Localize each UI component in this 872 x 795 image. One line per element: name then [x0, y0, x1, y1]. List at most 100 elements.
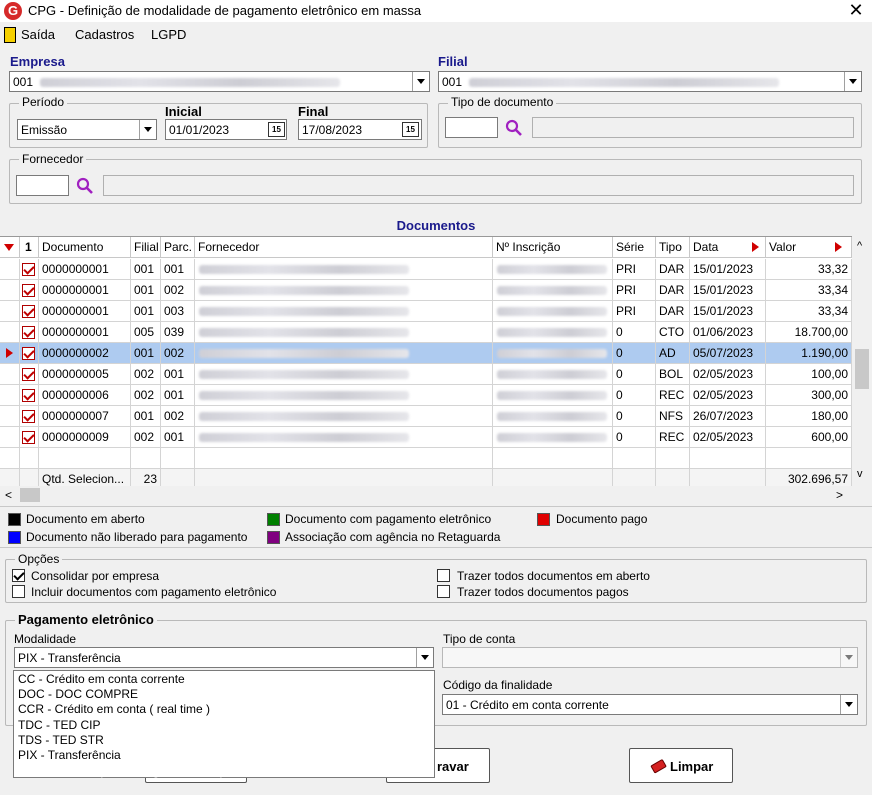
- col-inscricao[interactable]: Nº Inscrição: [493, 237, 613, 258]
- final-date-input[interactable]: 17/08/2023 15: [298, 119, 422, 140]
- sort-header[interactable]: [0, 237, 20, 258]
- row-checkbox[interactable]: [22, 368, 35, 381]
- scroll-thumb[interactable]: [855, 349, 869, 389]
- chevron-down-icon[interactable]: [416, 648, 433, 667]
- trazer-aberto-checkbox[interactable]: [437, 569, 450, 582]
- calendar-icon[interactable]: 15: [268, 122, 285, 137]
- cell-filial: 002: [131, 385, 161, 406]
- redacted-text: [497, 391, 607, 400]
- cell-documento: 0000000002: [39, 343, 131, 364]
- scroll-up-icon[interactable]: ^: [857, 240, 862, 252]
- empresa-select[interactable]: 001: [9, 71, 430, 92]
- chevron-down-icon[interactable]: [840, 648, 857, 667]
- row-marker: [0, 364, 20, 385]
- row-checkbox[interactable]: [22, 389, 35, 402]
- close-icon[interactable]: ✕: [845, 0, 867, 22]
- col-valor[interactable]: Valor: [766, 237, 852, 258]
- sort-arrow-icon: [835, 242, 842, 252]
- col-fornecedor[interactable]: Fornecedor: [195, 237, 493, 258]
- dropdown-option[interactable]: TDS - TED STR: [18, 733, 104, 747]
- table-row[interactable]: 0000000007 001 002 0 NFS 26/07/2023 180,00: [0, 406, 852, 427]
- menu-saida[interactable]: Saída: [21, 27, 55, 42]
- dropdown-option[interactable]: CCR - Crédito em conta ( real time ): [18, 702, 210, 716]
- cell-parc: 002: [161, 343, 195, 364]
- calendar-icon[interactable]: 15: [402, 122, 419, 137]
- scroll-down-icon[interactable]: v: [857, 468, 863, 480]
- footer-cell: [0, 448, 20, 469]
- table-row[interactable]: 0000000006 002 001 0 REC 02/05/2023 300,00: [0, 385, 852, 406]
- footer-cell: [195, 448, 493, 469]
- dropdown-option[interactable]: PIX - Transferência: [18, 748, 121, 762]
- row-checkbox[interactable]: [22, 305, 35, 318]
- finalidade-value: 01 - Crédito em conta corrente: [446, 698, 609, 712]
- search-icon[interactable]: [505, 119, 523, 137]
- row-checkbox[interactable]: [22, 284, 35, 297]
- scroll-left-icon[interactable]: <: [5, 488, 12, 502]
- modalidade-select[interactable]: PIX - Transferência: [14, 647, 434, 668]
- consolidar-checkbox[interactable]: [12, 569, 25, 582]
- table-row[interactable]: 0000000001 001 001 PRI DAR 15/01/2023 33,32: [0, 259, 852, 280]
- tipo-doc-code-input[interactable]: [445, 117, 498, 138]
- cell-documento: 0000000005: [39, 364, 131, 385]
- row-checkbox[interactable]: [22, 347, 35, 360]
- row-checkbox[interactable]: [22, 326, 35, 339]
- consolidar-label: Consolidar por empresa: [31, 569, 160, 583]
- periodo-select[interactable]: Emissão: [17, 119, 157, 140]
- col-serie[interactable]: Série: [613, 237, 656, 258]
- menu-lgpd[interactable]: LGPD: [151, 27, 186, 42]
- search-icon[interactable]: [76, 177, 94, 195]
- row-checkbox[interactable]: [22, 263, 35, 276]
- menu-cadastros[interactable]: Cadastros: [75, 27, 134, 42]
- cell-documento: 0000000001: [39, 280, 131, 301]
- cell-tipo: DAR: [656, 301, 690, 322]
- col-data[interactable]: Data: [690, 237, 766, 258]
- table-row[interactable]: 0000000001 001 002 PRI DAR 15/01/2023 33,34: [0, 280, 852, 301]
- row-marker: [0, 301, 20, 322]
- limpar-button[interactable]: Limpar: [629, 748, 733, 783]
- dropdown-option[interactable]: TDC - TED CIP: [18, 718, 100, 732]
- redacted-text: [497, 433, 607, 442]
- row-checkbox[interactable]: [22, 410, 35, 423]
- chevron-down-icon[interactable]: [840, 695, 857, 714]
- cell-filial: 002: [131, 364, 161, 385]
- chevron-down-icon[interactable]: [412, 72, 429, 91]
- finalidade-select[interactable]: 01 - Crédito em conta corrente: [442, 694, 858, 715]
- check-header[interactable]: 1: [20, 237, 39, 258]
- cell-filial: 001: [131, 259, 161, 280]
- cell-serie: 0: [613, 322, 656, 343]
- col-tipo[interactable]: Tipo: [656, 237, 690, 258]
- cell-data: 15/01/2023: [690, 259, 766, 280]
- col-documento[interactable]: Documento: [39, 237, 131, 258]
- legend-aberto: Documento em aberto: [26, 512, 145, 526]
- chevron-down-icon[interactable]: [844, 72, 861, 91]
- redacted-text: [199, 265, 409, 274]
- empty-row: [0, 448, 852, 469]
- incluir-checkbox[interactable]: [12, 585, 25, 598]
- col-parc[interactable]: Parc.: [161, 237, 195, 258]
- row-marker: [0, 322, 20, 343]
- horizontal-scrollbar[interactable]: < >: [0, 486, 852, 504]
- table-row[interactable]: 0000000002 001 002 0 AD 05/07/2023 1.190,00: [0, 343, 852, 364]
- fornecedor-code-input[interactable]: [16, 175, 69, 196]
- table-row[interactable]: 0000000001 001 003 PRI DAR 15/01/2023 33,34: [0, 301, 852, 322]
- chevron-down-icon[interactable]: [139, 120, 156, 139]
- vertical-scrollbar[interactable]: ^ v: [852, 236, 872, 486]
- modalidade-dropdown-list[interactable]: CC - Crédito em conta corrente DOC - DOC …: [13, 670, 435, 778]
- table-row[interactable]: 0000000009 002 001 0 REC 02/05/2023 600,00: [0, 427, 852, 448]
- dropdown-option[interactable]: DOC - DOC COMPRE: [18, 687, 138, 701]
- tipo-conta-select[interactable]: [442, 647, 858, 668]
- table-row[interactable]: 0000000001 005 039 0 CTO 01/06/2023 18.700,00: [0, 322, 852, 343]
- col-filial[interactable]: Filial: [131, 237, 161, 258]
- inicial-date-input[interactable]: 01/01/2023 15: [165, 119, 287, 140]
- dropdown-option[interactable]: CC - Crédito em conta corrente: [18, 672, 185, 686]
- cell-serie: 0: [613, 406, 656, 427]
- table-row[interactable]: 0000000005 002 001 0 BOL 02/05/2023 100,00: [0, 364, 852, 385]
- hscroll-thumb[interactable]: [20, 488, 40, 502]
- filial-select[interactable]: 001: [438, 71, 862, 92]
- dropdown-option[interactable]: TRB - Tributos (Sem código de barras): [18, 764, 224, 778]
- trazer-pagos-checkbox[interactable]: [437, 585, 450, 598]
- row-checkbox[interactable]: [22, 431, 35, 444]
- cell-parc: 003: [161, 301, 195, 322]
- inicial-value: 01/01/2023: [169, 123, 230, 137]
- scroll-right-icon[interactable]: >: [836, 488, 843, 502]
